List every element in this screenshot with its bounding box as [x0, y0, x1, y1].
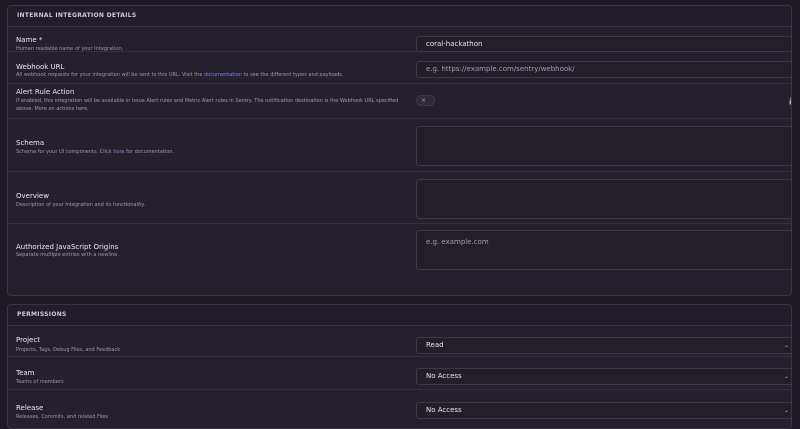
schema-docs-link[interactable]: here	[113, 149, 124, 155]
permission-row-team: Team Teams of members No Access ⌄	[8, 357, 791, 390]
origins-help: Separate multiple entries with a newline…	[16, 252, 119, 258]
permissions-panel: Permissions Project Projects, Tags, Debu…	[7, 304, 792, 429]
permission-label: Team	[16, 369, 35, 377]
panel-header: Internal Integration Details	[8, 6, 791, 27]
overview-row: Overview Description of your Integration…	[8, 172, 791, 224]
release-permission-select[interactable]: No Access ⌄	[416, 402, 791, 419]
webhook-help: All webhook requests for your integratio…	[16, 72, 344, 78]
chevron-down-icon: ⌄	[783, 342, 789, 349]
select-value: No Access	[426, 372, 462, 380]
documentation-link[interactable]: documentation	[204, 72, 242, 78]
name-input[interactable]: coral-hackathon	[416, 36, 791, 52]
integration-details-panel: Internal Integration Details Name * Huma…	[7, 5, 792, 296]
chevron-down-icon: ⌄	[783, 373, 789, 380]
name-row: Name * Human readable name of your Integ…	[8, 27, 791, 52]
origins-label: Authorized JavaScript Origins	[16, 243, 119, 251]
permission-row-release: Release Releases, Commits, and related F…	[8, 390, 791, 428]
schema-label: Schema	[16, 139, 45, 147]
alert-rule-label: Alert Rule Action	[16, 88, 75, 96]
overview-help: Description of your Integration and its …	[16, 202, 146, 208]
overview-textarea[interactable]	[416, 179, 791, 219]
origins-row: Authorized JavaScript Origins Separate m…	[8, 224, 791, 276]
webhook-label: Webhook URL	[16, 63, 65, 71]
name-label: Name *	[16, 36, 43, 44]
chevron-down-icon: ⌄	[783, 407, 789, 414]
alert-rule-row: Alert Rule Action If enabled, this integ…	[8, 84, 791, 119]
webhook-url-input[interactable]: e.g. https://example.com/sentry/webhook/	[416, 61, 791, 78]
permission-label: Project	[16, 336, 40, 344]
schema-help: Schema for your UI components. Click her…	[16, 149, 175, 155]
overview-label: Overview	[16, 192, 49, 200]
team-permission-select[interactable]: No Access ⌄	[416, 368, 791, 385]
webhook-row: Webhook URL All webhook requests for you…	[8, 52, 791, 84]
project-permission-select[interactable]: Read ⌄	[416, 337, 791, 354]
permission-help: Projects, Tags, Debug Files, and Feedbac…	[16, 347, 121, 353]
permission-row-project: Project Projects, Tags, Debug Files, and…	[8, 326, 791, 357]
panel-header: Permissions	[8, 305, 791, 326]
select-value: Read	[426, 341, 444, 349]
permission-help: Releases, Commits, and related Files	[16, 414, 108, 420]
lock-icon	[789, 97, 791, 105]
schema-textarea[interactable]	[416, 126, 791, 166]
select-value: No Access	[426, 406, 462, 414]
permission-label: Release	[16, 404, 44, 412]
schema-row: Schema Schema for your UI components. Cl…	[8, 119, 791, 172]
alert-rule-help: If enabled, this integration will be ava…	[16, 98, 399, 112]
alert-rule-toggle[interactable]: ×	[416, 95, 435, 106]
permission-help: Teams of members	[16, 379, 64, 385]
origins-textarea[interactable]: e.g. example.com	[416, 230, 791, 270]
